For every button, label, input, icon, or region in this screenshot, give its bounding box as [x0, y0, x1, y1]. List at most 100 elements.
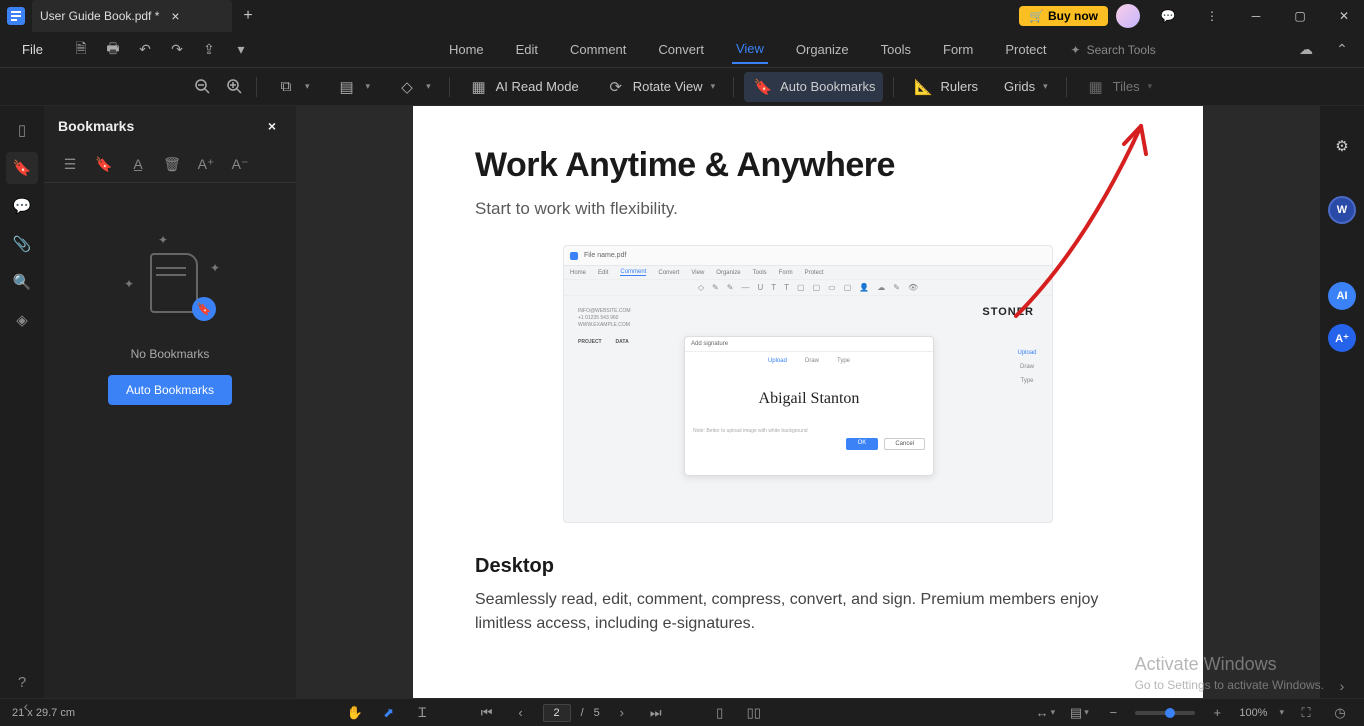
close-window-button[interactable]: ✕: [1324, 0, 1364, 32]
translate-icon[interactable]: A⁺: [1328, 324, 1356, 352]
comments-icon[interactable]: 💬: [6, 190, 38, 222]
zoom-out-icon[interactable]: [192, 76, 214, 98]
list-view-icon[interactable]: ☰: [58, 152, 82, 176]
panel-title: Bookmarks: [58, 118, 134, 134]
tab-title: User Guide Book.pdf *: [40, 9, 159, 23]
menu-view[interactable]: View: [732, 35, 768, 64]
add-bookmark-icon[interactable]: 🔖: [92, 152, 116, 176]
fig-add-signature-dialog: Add signature Upload Draw Type Abigail S…: [684, 336, 934, 476]
grids-button[interactable]: Grids▾: [996, 75, 1056, 98]
view-toolbar: ⧉▾ ▤▾ ◇▾ ▦ AI Read Mode ⟳ Rotate View▾ 🔖…: [0, 68, 1364, 106]
hand-tool-icon[interactable]: ✋: [343, 701, 367, 725]
document-page: Work Anytime & Anywhere Start to work wi…: [413, 106, 1203, 698]
maximize-button[interactable]: ▢: [1280, 0, 1320, 32]
panel-toolbar: ☰ 🔖 A̲ 🗑 A⁺ A⁻: [44, 146, 296, 183]
zoom-in-icon[interactable]: [224, 76, 246, 98]
first-page-icon[interactable]: ⏮: [475, 701, 499, 725]
background-icon: ◇: [396, 76, 418, 98]
redo-icon[interactable]: ↷: [163, 36, 191, 64]
select-tool-icon[interactable]: ⬈: [377, 701, 401, 725]
fig-tab-upload: Upload: [768, 358, 787, 364]
menu-home[interactable]: Home: [445, 36, 488, 63]
zoom-percent: 100%: [1239, 707, 1267, 719]
fullscreen-icon[interactable]: ⛶: [1294, 701, 1318, 725]
user-avatar[interactable]: [1116, 4, 1140, 28]
close-panel-icon[interactable]: ×: [262, 116, 282, 136]
current-page-input[interactable]: [543, 704, 571, 722]
ai-read-icon: ▦: [468, 76, 490, 98]
fit-actual-button[interactable]: ⧉▾: [267, 72, 318, 102]
save-icon[interactable]: 🗎: [67, 36, 95, 64]
ai-assistant-icon[interactable]: AI: [1328, 282, 1356, 310]
thumbnails-icon[interactable]: ▯: [6, 114, 38, 146]
quick-access-toolbar: 🗎 🖶 ↶ ↷ ⇪ ▾: [57, 36, 265, 64]
zoom-slider[interactable]: [1135, 711, 1195, 715]
cloud-icon[interactable]: ☁: [1292, 36, 1320, 64]
continuous-page-icon[interactable]: ▯▯: [742, 701, 766, 725]
page-layout-icon[interactable]: ▤▾: [1067, 701, 1091, 725]
zoom-out-status-icon[interactable]: −: [1101, 701, 1125, 725]
share-icon[interactable]: ⇪: [195, 36, 223, 64]
document-viewport[interactable]: Work Anytime & Anywhere Start to work wi…: [296, 106, 1320, 698]
ai-read-mode-button[interactable]: ▦ AI Read Mode: [460, 72, 587, 102]
menu-convert[interactable]: Convert: [654, 36, 708, 63]
search-tools[interactable]: ✦ Search Tools: [1071, 43, 1156, 57]
menu-tools[interactable]: Tools: [877, 36, 915, 63]
next-panel-icon[interactable]: ›: [1330, 674, 1354, 698]
layers-icon[interactable]: ◈: [6, 304, 38, 336]
ruler-icon: 📐: [912, 76, 934, 98]
menu-bar: File 🗎 🖶 ↶ ↷ ⇪ ▾ Home Edit Comment Convert V…: [0, 32, 1364, 68]
next-page-icon[interactable]: ›: [610, 701, 634, 725]
auto-bookmarks-button[interactable]: 🔖 Auto Bookmarks: [744, 72, 883, 102]
bookmarks-panel: Bookmarks × ☰ 🔖 A̲ 🗑 A⁺ A⁻ ✦ ✦ ✦ 🔖 No Bo…: [44, 106, 296, 698]
section-heading: Desktop: [475, 555, 1141, 578]
buy-now-button[interactable]: 🛒 Buy now: [1019, 6, 1108, 26]
print-icon[interactable]: 🖶: [99, 36, 127, 64]
fig-dialog-title: Add signature: [685, 337, 933, 352]
decrease-size-icon[interactable]: A⁻: [228, 152, 252, 176]
more-menu-icon[interactable]: ⋮: [1192, 0, 1232, 32]
rename-icon[interactable]: A̲: [126, 152, 150, 176]
close-tab-icon[interactable]: ×: [167, 8, 183, 24]
search-rail-icon[interactable]: 🔍: [6, 266, 38, 298]
prev-panel-icon[interactable]: ‹: [14, 694, 38, 718]
presentation-icon[interactable]: ◷: [1328, 701, 1352, 725]
auto-bookmarks-panel-button[interactable]: Auto Bookmarks: [108, 375, 232, 405]
bookmarks-rail-icon[interactable]: 🔖: [6, 152, 38, 184]
menu-form[interactable]: Form: [939, 36, 977, 63]
zoom-in-status-icon[interactable]: +: [1205, 701, 1229, 725]
undo-icon[interactable]: ↶: [131, 36, 159, 64]
settings-sliders-icon[interactable]: ⚙: [1326, 130, 1358, 162]
rotate-view-button[interactable]: ⟳ Rotate View▾: [597, 72, 723, 102]
last-page-icon[interactable]: ⏭: [644, 701, 668, 725]
tiles-button[interactable]: ▦ Tiles▾: [1077, 72, 1161, 102]
add-tab-button[interactable]: +: [232, 0, 264, 32]
background-button[interactable]: ◇▾: [388, 72, 439, 102]
page-display-button[interactable]: ▤▾: [328, 72, 379, 102]
document-tab[interactable]: User Guide Book.pdf * ×: [32, 0, 232, 32]
minimize-button[interactable]: ─: [1236, 0, 1276, 32]
menu-organize[interactable]: Organize: [792, 36, 853, 63]
fit-width-icon[interactable]: ↔▾: [1033, 701, 1057, 725]
page-display-icon: ▤: [336, 76, 358, 98]
menu-comment[interactable]: Comment: [566, 36, 630, 63]
collapse-ribbon-icon[interactable]: ⌃: [1328, 36, 1356, 64]
word-convert-icon[interactable]: W: [1328, 196, 1356, 224]
page-separator: /: [581, 707, 584, 719]
delete-bookmark-icon[interactable]: 🗑: [160, 152, 184, 176]
increase-size-icon[interactable]: A⁺: [194, 152, 218, 176]
bookmark-badge-icon: 🔖: [192, 297, 216, 321]
text-select-icon[interactable]: Ꮖ: [411, 701, 435, 725]
tiles-label: Tiles: [1113, 79, 1140, 94]
rulers-button[interactable]: 📐 Rulers: [904, 72, 986, 102]
prev-page-icon[interactable]: ‹: [509, 701, 533, 725]
magic-wand-icon: ✦: [1071, 43, 1081, 57]
file-menu[interactable]: File: [8, 38, 57, 61]
fig-brand: STONER: [982, 306, 1034, 318]
menu-edit[interactable]: Edit: [512, 36, 542, 63]
attachments-icon[interactable]: 📎: [6, 228, 38, 260]
menu-protect[interactable]: Protect: [1001, 36, 1050, 63]
single-page-icon[interactable]: ▯: [708, 701, 732, 725]
dropdown-icon[interactable]: ▾: [227, 36, 255, 64]
feedback-icon[interactable]: 💬: [1148, 0, 1188, 32]
